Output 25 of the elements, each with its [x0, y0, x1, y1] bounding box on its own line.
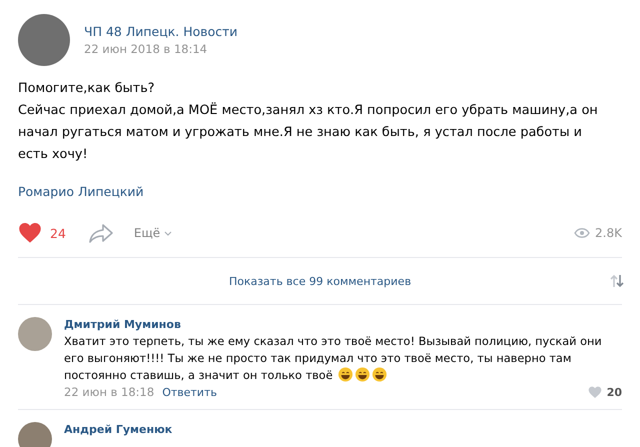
comment-date: 22 июн в 18:18 — [64, 384, 154, 401]
caret-icon — [164, 230, 172, 236]
smiley-icon — [372, 367, 388, 382]
show-all-comments-link[interactable]: Показать все 99 комментариев — [228, 274, 412, 288]
group-avatar[interactable] — [18, 14, 70, 66]
more-button[interactable]: Ещё — [134, 226, 172, 240]
group-name[interactable]: ЧП 48 Липецк. Новости — [84, 24, 238, 39]
share-button[interactable] — [88, 223, 114, 243]
sort-icon[interactable] — [610, 274, 624, 288]
comment-author[interactable]: Андрей Гуменюк — [64, 422, 622, 438]
eye-icon — [574, 228, 590, 238]
smiley-icon — [355, 367, 370, 382]
reply-link[interactable]: Ответить — [162, 384, 217, 401]
like-button[interactable]: 24 — [18, 222, 66, 244]
views-count: 2.8K — [574, 226, 622, 240]
post-signature[interactable]: Ромарио Липецкий — [18, 184, 622, 199]
comment-text: Хватит это терпеть, ты же ему сказал что это твоё место! Вызывай полицию, пускай они его выгоняют!!!! Ты же не просто так придумал что это твоё место, ты наверно там постоянно ставишь, а значит он только твоё — [64, 334, 603, 384]
smiley-icon — [338, 367, 354, 382]
post-text: Сейчас приехал домой,а МОЁ место,занял хз кто.Я попросил его убрать машину,а он начал ругаться матом и угрожать мне.Я не знаю как быть, я устал после работы и есть хочу! — [18, 101, 599, 164]
user-avatar[interactable] — [18, 422, 52, 447]
user-avatar[interactable] — [18, 317, 52, 351]
post-date: 22 июн 2018 в 18:14 — [84, 42, 208, 56]
comment-author[interactable]: Дмитрий Муминов — [64, 317, 622, 333]
post-text: Помогите,как быть? — [18, 80, 156, 98]
comment-like-button[interactable]: 20 — [588, 384, 622, 401]
